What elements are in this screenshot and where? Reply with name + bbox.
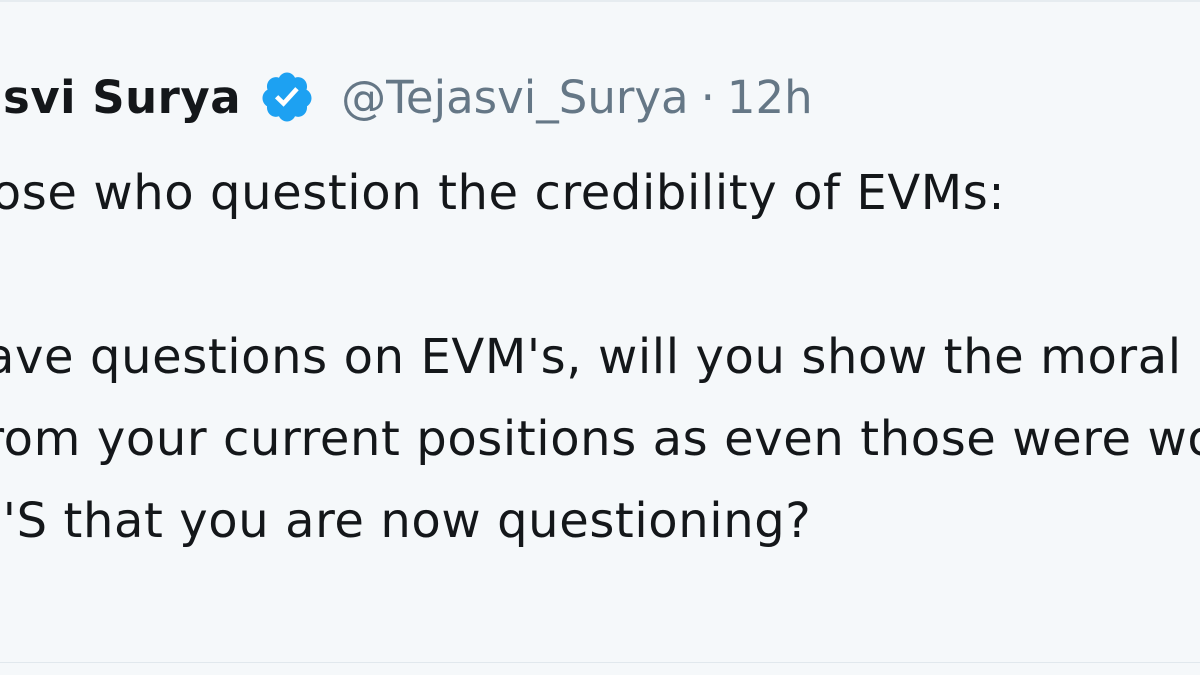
tweet-text-line (0, 234, 1200, 316)
author-display-name[interactable]: Tejasvi Surya (0, 71, 241, 124)
verified-badge-icon (259, 69, 315, 125)
author-handle[interactable]: @Tejasvi_Surya (341, 71, 688, 124)
tweet-timestamp[interactable]: 12h (727, 71, 813, 124)
tweet-text-line: resign from your current positions as ev… (0, 411, 1200, 467)
tweet-header: Tejasvi Surya @Tejasvi_Surya · 12h (0, 62, 813, 132)
tweet-card: Tejasvi Surya @Tejasvi_Surya · 12h To al… (0, 0, 1200, 675)
separator-dot: · (700, 70, 715, 124)
tweet-text-line: If you have questions on EVM's, will you… (0, 329, 1200, 385)
tweet-text-line: the EVM'S that you are now questioning? (0, 493, 812, 549)
tweet-text: To all those who question the credibilit… (0, 152, 1200, 562)
divider (0, 0, 1200, 2)
divider (0, 662, 1200, 663)
tweet-text-line: To all those who question the credibilit… (0, 165, 1006, 221)
